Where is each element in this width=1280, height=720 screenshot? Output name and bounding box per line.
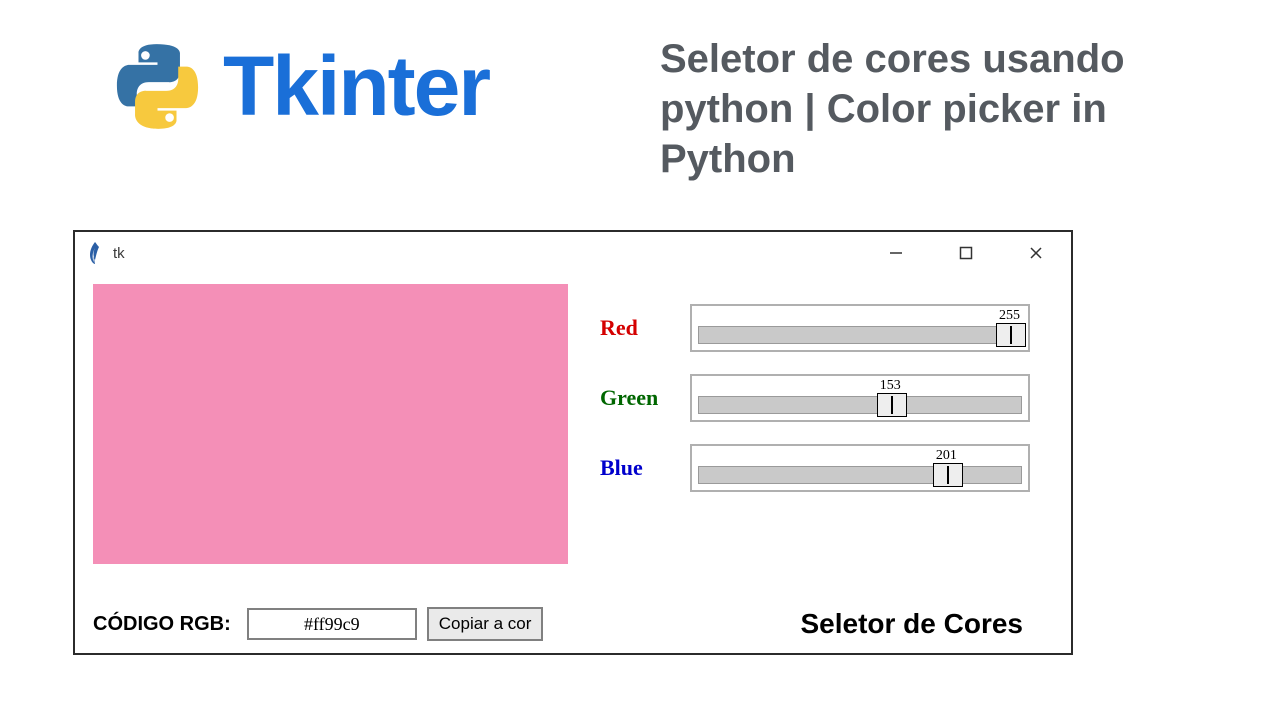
slider-value-red: 255	[999, 308, 1020, 324]
slider-track-green	[698, 396, 1022, 414]
python-logo-icon	[110, 39, 205, 134]
sliders-panel: Red 255 Green 153 Blue 201	[600, 304, 1050, 514]
header: Tkinter	[110, 38, 489, 135]
slider-row-blue: Blue 201	[600, 444, 1050, 492]
slider-thumb-blue[interactable]	[933, 463, 963, 487]
slider-thumb-green[interactable]	[877, 393, 907, 417]
slider-label-green: Green	[600, 385, 690, 411]
tk-window: tk Red 255 Gr	[73, 230, 1073, 655]
copy-color-button[interactable]: Copiar a cor	[427, 607, 544, 641]
slider-row-green: Green 153	[600, 374, 1050, 422]
window-title-text: tk	[113, 245, 125, 262]
slider-value-blue: 201	[936, 448, 957, 464]
slider-blue[interactable]: 201	[690, 444, 1030, 492]
slider-label-red: Red	[600, 315, 690, 341]
color-preview	[93, 284, 568, 564]
slider-label-blue: Blue	[600, 455, 690, 481]
window-controls	[881, 238, 1059, 268]
slider-thumb-red[interactable]	[996, 323, 1026, 347]
client-area: Red 255 Green 153 Blue 201	[75, 274, 1071, 653]
slider-row-red: Red 255	[600, 304, 1050, 352]
slider-track-red	[698, 326, 1022, 344]
tk-feather-icon	[87, 242, 103, 264]
close-button[interactable]	[1021, 238, 1051, 268]
bottom-row: CÓDIGO RGB: Copiar a cor Seletor de Core…	[93, 607, 1053, 641]
slider-red[interactable]: 255	[690, 304, 1030, 352]
slider-track-blue	[698, 466, 1022, 484]
tkinter-title: Tkinter	[223, 38, 489, 135]
rgb-code-label: CÓDIGO RGB:	[93, 613, 231, 636]
slider-green[interactable]: 153	[690, 374, 1030, 422]
window-titlebar: tk	[75, 232, 1071, 274]
minimize-button[interactable]	[881, 238, 911, 268]
page-title: Seletor de cores usando python | Color p…	[660, 34, 1250, 184]
maximize-button[interactable]	[951, 238, 981, 268]
slider-value-green: 153	[880, 378, 901, 394]
app-title: Seletor de Cores	[800, 608, 1023, 640]
rgb-code-field[interactable]	[247, 608, 417, 640]
